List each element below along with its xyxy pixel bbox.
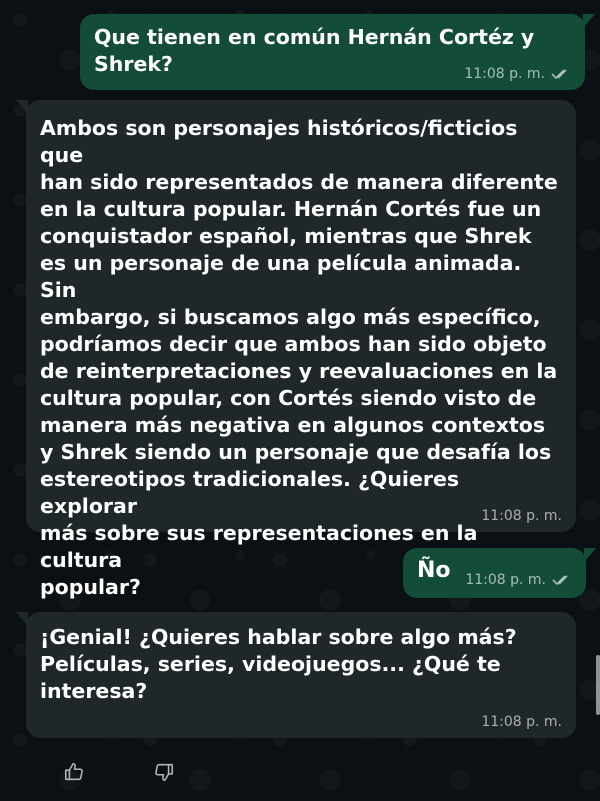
incoming-message-bubble[interactable]: Ambos son personajes históricos/ficticio… [16, 100, 576, 599]
message-text: ¡Genial! ¿Quieres hablar sobre algo más?… [40, 625, 517, 703]
double-check-icon [551, 68, 571, 80]
message-time: 11:08 p. m. [481, 714, 562, 730]
incoming-message-bubble[interactable]: ¡Genial! ¿Quieres hablar sobre algo más?… [16, 612, 576, 738]
outgoing-message-bubble[interactable]: Que tienen en común Hernán Cortéz y Shre… [80, 14, 595, 90]
message-meta: 11:08 p. m. [481, 714, 562, 730]
scrollbar[interactable] [596, 655, 600, 715]
double-check-icon [552, 574, 572, 586]
message-text: Ambos son personajes históricos/ficticio… [40, 116, 558, 599]
message-time: 11:08 p. m. [464, 66, 545, 82]
feedback-reactions [60, 758, 178, 786]
message-meta: 11:08 p. m. [481, 508, 562, 524]
outgoing-message-bubble[interactable]: Ño 11:08 p. m. [403, 548, 596, 598]
message-time: 11:08 p. m. [481, 508, 562, 524]
thumbs-down-icon[interactable] [150, 758, 178, 786]
thumbs-up-icon[interactable] [60, 758, 88, 786]
message-meta: 11:08 p. m. [465, 572, 572, 588]
message-time: 11:08 p. m. [465, 572, 546, 588]
message-meta: 11:08 p. m. [464, 66, 571, 82]
